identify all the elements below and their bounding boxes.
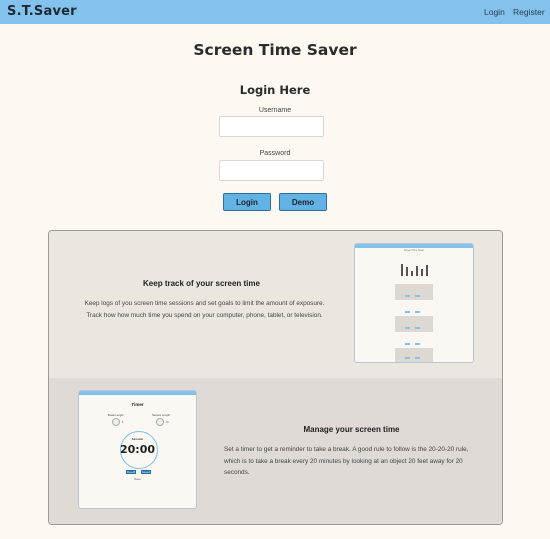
timer-reset-link: Reset bbox=[134, 478, 141, 481]
timer-pause-button: Pause bbox=[141, 470, 151, 474]
preview-log-row bbox=[395, 284, 433, 300]
preview-bar bbox=[426, 265, 428, 276]
page-title: Screen Time Saver bbox=[193, 41, 357, 59]
timer-display: 20:00 bbox=[119, 443, 155, 456]
feature-track-panel: Keep track of your screen time Keep logs… bbox=[49, 231, 502, 378]
preview-bar bbox=[421, 269, 423, 276]
login-heading: Login Here bbox=[239, 83, 311, 97]
preview-bar bbox=[411, 271, 413, 276]
features-section: Keep track of your screen time Keep logs… bbox=[48, 230, 503, 525]
preview-log-list bbox=[395, 284, 433, 362]
navbar: S.T.Saver Login Register bbox=[0, 0, 550, 24]
feature-track-title: Keep track of your screen time bbox=[143, 279, 260, 288]
preview-log-row bbox=[395, 348, 433, 362]
break-length-value: 5 bbox=[122, 421, 124, 424]
preview-navbar bbox=[355, 244, 473, 248]
preview-log-row bbox=[395, 332, 433, 348]
feature-track-text: Keep logs of you screen time sessions an… bbox=[84, 300, 325, 319]
nav-register-link[interactable]: Register bbox=[513, 7, 545, 17]
break-length-dial bbox=[112, 418, 120, 426]
preview-bar bbox=[406, 267, 408, 276]
session-label: Session bbox=[131, 437, 144, 441]
password-input[interactable] bbox=[219, 160, 324, 181]
feature-manage-text: Set a timer to get a reminder to take a … bbox=[224, 446, 469, 476]
timer-start-button: Start bbox=[126, 470, 136, 474]
dashboard-preview-image: Screen Time Saver bbox=[354, 243, 474, 363]
preview-bar-chart bbox=[400, 260, 432, 276]
preview-bar bbox=[416, 266, 418, 276]
login-button[interactable]: Login bbox=[223, 193, 271, 211]
preview-log-row bbox=[395, 316, 433, 332]
session-length-label: Session Length bbox=[152, 414, 170, 417]
password-label: Password bbox=[259, 150, 291, 157]
session-length-dial bbox=[156, 418, 164, 426]
nav-login-link[interactable]: Login bbox=[484, 7, 505, 17]
session-length-value: 20 bbox=[166, 421, 169, 424]
username-label: Username bbox=[258, 107, 292, 114]
preview-log-row bbox=[395, 300, 433, 316]
demo-button[interactable]: Demo bbox=[279, 193, 327, 211]
preview-bar bbox=[401, 264, 403, 276]
username-input[interactable] bbox=[219, 116, 324, 137]
timer-preview-image: Timer Break Length Session Length 5 20 S… bbox=[78, 390, 197, 509]
feature-manage-title: Manage your screen time bbox=[303, 425, 400, 434]
timer-title: Timer bbox=[131, 402, 144, 407]
break-length-label: Break Length bbox=[108, 414, 124, 417]
preview-title: Screen Time Saver bbox=[403, 249, 425, 252]
preview-navbar bbox=[79, 391, 196, 395]
brand-logo[interactable]: S.T.Saver bbox=[7, 4, 77, 19]
